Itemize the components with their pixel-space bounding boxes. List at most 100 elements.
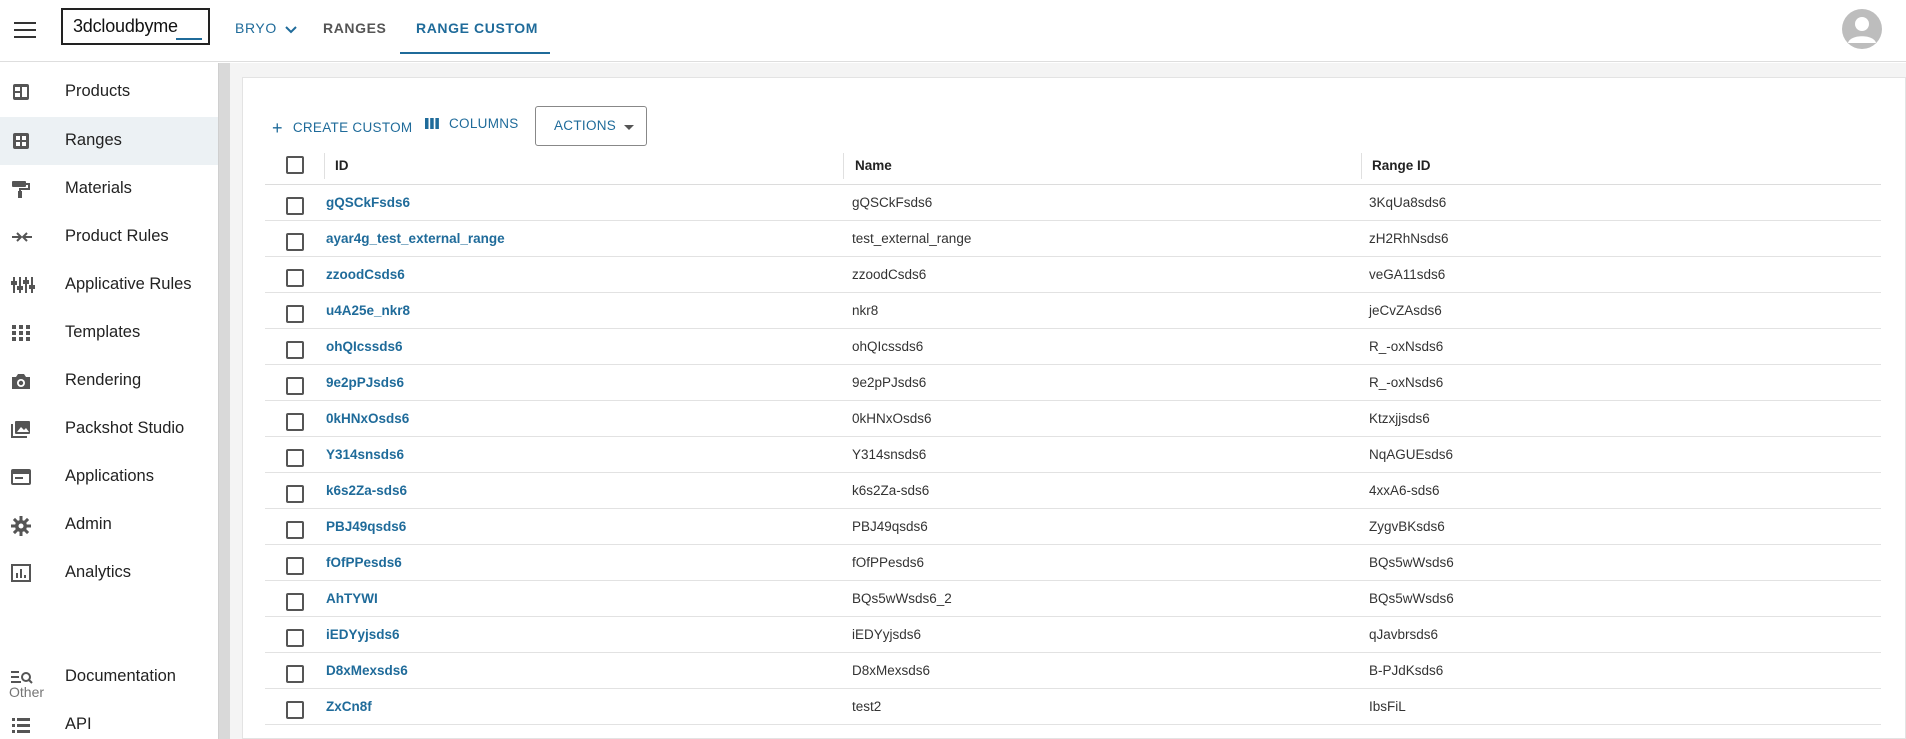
sidebar-item-admin[interactable]: Admin: [0, 501, 218, 549]
sidebar-item-ranges[interactable]: Ranges: [0, 117, 218, 165]
chevron-down-icon: [285, 21, 297, 37]
column-header-range-id[interactable]: Range ID: [1372, 158, 1431, 173]
row-range-id: 4xxA6-sds6: [1369, 483, 1440, 498]
row-name: PBJ49qsds6: [852, 519, 928, 534]
table-row[interactable]: u4A25e_nkr8 nkr8 jeCvZAsds6: [265, 293, 1881, 329]
row-id-link[interactable]: fOfPPesds6: [326, 555, 402, 570]
logo[interactable]: 3dcloudbyme: [61, 8, 210, 45]
row-id-link[interactable]: PBJ49qsds6: [326, 519, 406, 534]
sidebar-item-label: Ranges: [65, 131, 122, 149]
row-checkbox[interactable]: [286, 269, 304, 287]
row-id-link[interactable]: gQSCkFsds6: [326, 195, 410, 210]
sidebar-item-applicative-rules[interactable]: Applicative Rules: [0, 261, 218, 309]
row-checkbox[interactable]: [286, 593, 304, 611]
row-id-link[interactable]: zzoodCsds6: [326, 267, 405, 282]
table-row[interactable]: zzoodCsds6 zzoodCsds6 veGA11sds6: [265, 257, 1881, 293]
column-separator[interactable]: [1361, 153, 1362, 179]
plus-icon: +: [272, 118, 283, 138]
sidebar-item-rendering[interactable]: Rendering: [0, 357, 218, 405]
row-id-link[interactable]: u4A25e_nkr8: [326, 303, 410, 318]
table-row[interactable]: PBJ49qsds6 PBJ49qsds6 ZygvBKsds6: [265, 509, 1881, 545]
row-checkbox[interactable]: [286, 521, 304, 539]
products-icon: [11, 83, 31, 101]
sidebar-item-products[interactable]: Products: [0, 68, 218, 116]
sidebar-item-materials[interactable]: Materials: [0, 165, 218, 213]
table-row[interactable]: ohQIcssds6 ohQIcssds6 R_-oxNsds6: [265, 329, 1881, 365]
column-header-id[interactable]: ID: [335, 158, 349, 173]
row-id-link[interactable]: AhTYWI: [326, 591, 378, 606]
sidebar-item-templates[interactable]: Templates: [0, 309, 218, 357]
row-checkbox[interactable]: [286, 305, 304, 323]
paint-roller-icon: [11, 180, 31, 198]
sidebar-item-label: Templates: [65, 323, 141, 341]
row-id-link[interactable]: D8xMexsds6: [326, 663, 408, 678]
row-checkbox[interactable]: [286, 233, 304, 251]
table-row[interactable]: AhTYWI BQs5wWsds6_2 BQs5wWsds6: [265, 581, 1881, 617]
analytics-icon: [11, 564, 31, 582]
sidebar-item-applications[interactable]: Applications: [0, 453, 218, 501]
row-checkbox[interactable]: [286, 629, 304, 647]
row-name: D8xMexsds6: [852, 663, 931, 678]
row-name: ohQIcssds6: [852, 339, 924, 354]
row-id-link[interactable]: iEDYyjsds6: [326, 627, 400, 642]
table-row[interactable]: D8xMexsds6 D8xMexsds6 B-PJdKsds6: [265, 653, 1881, 689]
row-id-link[interactable]: Y314snsds6: [326, 447, 404, 462]
user-icon: [1848, 17, 1876, 43]
columns-button[interactable]: COLUMNS: [425, 116, 519, 131]
table-row[interactable]: gQSCkFsds6 gQSCkFsds6 3KqUa8sds6: [265, 185, 1881, 221]
row-checkbox[interactable]: [286, 701, 304, 719]
row-range-id: veGA11sds6: [1369, 267, 1446, 282]
sidebar-item-packshot-studio[interactable]: Packshot Studio: [0, 405, 218, 453]
table-row[interactable]: 0kHNxOsds6 0kHNxOsds6 Ktzxjjsds6: [265, 401, 1881, 437]
row-checkbox[interactable]: [286, 377, 304, 395]
create-custom-button[interactable]: + CREATE CUSTOM: [272, 116, 413, 138]
tab-ranges[interactable]: RANGES: [323, 20, 387, 36]
row-range-id: 3KqUa8sds6: [1369, 195, 1447, 210]
row-checkbox[interactable]: [286, 341, 304, 359]
sidebar-item-product-rules[interactable]: Product Rules: [0, 213, 218, 261]
column-header-name[interactable]: Name: [855, 158, 892, 173]
avatar[interactable]: [1842, 9, 1882, 49]
sidebar-item-label: Materials: [65, 179, 132, 197]
caret-down-icon: [624, 125, 634, 130]
rules-arrows-icon: [11, 228, 32, 246]
row-checkbox[interactable]: [286, 485, 304, 503]
actions-label: ACTIONS: [554, 118, 617, 133]
row-name: BQs5wWsds6_2: [852, 591, 952, 606]
row-id-link[interactable]: ayar4g_test_external_range: [326, 231, 505, 246]
grid-dots-icon: [11, 324, 31, 342]
tab-bryo[interactable]: BRYO: [235, 20, 297, 37]
row-checkbox[interactable]: [286, 197, 304, 215]
table-row[interactable]: iEDYyjsds6 iEDYyjsds6 qJavbrsds6: [265, 617, 1881, 653]
create-custom-label: CREATE CUSTOM: [292, 120, 413, 135]
row-id-link[interactable]: k6s2Za-sds6: [326, 483, 407, 498]
table-row[interactable]: Y314snsds6 Y314snsds6 NqAGUEsds6: [265, 437, 1881, 473]
row-range-id: IbsFiL: [1369, 699, 1406, 714]
table-row[interactable]: k6s2Za-sds6 k6s2Za-sds6 4xxA6-sds6: [265, 473, 1881, 509]
row-id-link[interactable]: 0kHNxOsds6: [326, 411, 409, 426]
column-separator[interactable]: [324, 153, 325, 179]
row-checkbox[interactable]: [286, 557, 304, 575]
row-id-link[interactable]: ohQIcssds6: [326, 339, 403, 354]
table-row[interactable]: ayar4g_test_external_range test_external…: [265, 221, 1881, 257]
row-id-link[interactable]: ZxCn8f: [326, 699, 372, 714]
sidebar-item-analytics[interactable]: Analytics: [0, 549, 218, 597]
column-separator[interactable]: [843, 153, 844, 179]
sidebar-item-documentation[interactable]: Documentation: [0, 653, 218, 701]
top-bar: 3dcloudbyme BRYO RANGES RANGE CUSTOM: [0, 0, 1906, 62]
logo-text: 3dcloudbyme: [73, 16, 178, 36]
menu-icon[interactable]: [14, 22, 36, 38]
row-checkbox[interactable]: [286, 413, 304, 431]
sidebar-scrollbar[interactable]: [218, 63, 230, 739]
select-all-checkbox[interactable]: [286, 156, 304, 174]
sidebar-item-api[interactable]: API: [0, 701, 218, 739]
row-checkbox[interactable]: [286, 449, 304, 467]
table-row[interactable]: 9e2pPJsds6 9e2pPJsds6 R_-oxNsds6: [265, 365, 1881, 401]
table-row[interactable]: fOfPPesds6 fOfPPesds6 BQs5wWsds6: [265, 545, 1881, 581]
tab-range-custom[interactable]: RANGE CUSTOM: [416, 20, 538, 36]
table-row[interactable]: ZxCn8f test2 IbsFiL: [265, 689, 1881, 725]
row-range-id: BQs5wWsds6: [1369, 591, 1454, 606]
actions-dropdown-button[interactable]: ACTIONS: [535, 106, 647, 146]
row-checkbox[interactable]: [286, 665, 304, 683]
row-id-link[interactable]: 9e2pPJsds6: [326, 375, 404, 390]
